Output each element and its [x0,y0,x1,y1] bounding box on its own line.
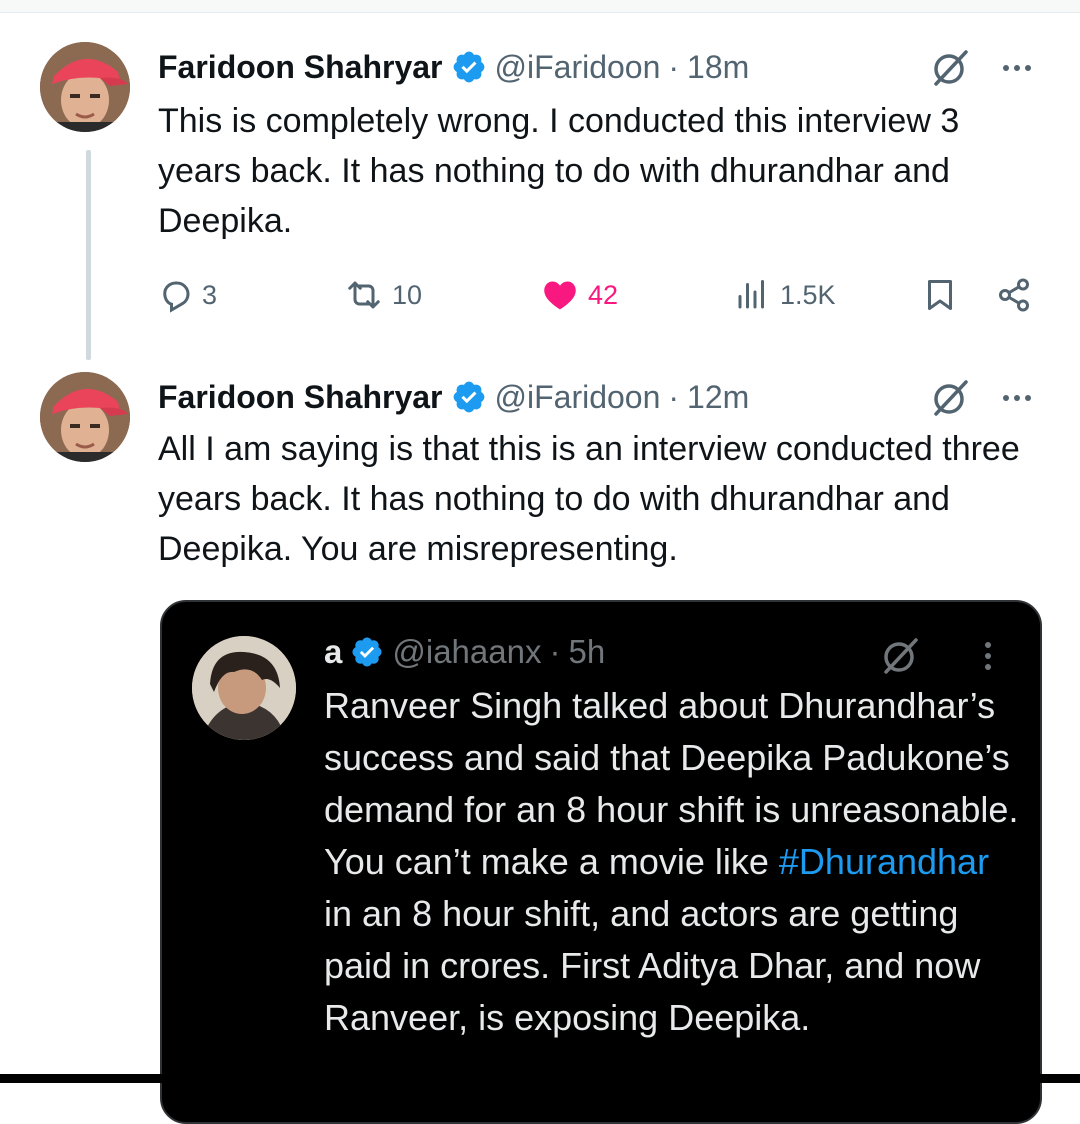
hashtag-link[interactable]: #Dhurandhar [779,841,989,882]
bookmark-button[interactable] [922,270,966,320]
author-handle[interactable]: @iahaanx [392,630,541,674]
grok-icon[interactable] [930,378,970,418]
like-button[interactable]: 42 [540,270,618,320]
grok-icon[interactable] [930,48,970,88]
reply-count: 3 [202,279,218,310]
thread-line [86,150,91,360]
grok-icon[interactable] [880,636,920,676]
share-icon [999,278,1029,312]
repost-icon [348,281,380,309]
verified-badge-icon [451,379,487,415]
timestamp[interactable]: 12m [687,377,749,417]
action-bar: 3 10 42 1.5K [158,270,1048,320]
avatar[interactable] [40,372,130,462]
views-icon [738,280,764,309]
verified-badge-icon [451,49,487,85]
verified-badge-icon [350,635,384,669]
view-count: 1.5K [780,279,836,310]
tweet-header: Faridoon Shahryar @iFaridoon · 18m [158,47,749,87]
tweet-text: All I am saying is that this is an inter… [158,430,1020,568]
reply-icon [163,281,190,313]
top-divider [0,0,1080,13]
quoted-tweet-card[interactable]: a @iahaanx · 5h Ranveer Singh talked abo… [160,600,1042,1124]
author-handle[interactable]: @iFaridoon [495,377,661,417]
tweet-text: This is completely wrong. I conducted th… [158,102,960,240]
tweet-header: Faridoon Shahryar @iFaridoon · 12m [158,377,749,417]
separator: · [668,49,680,85]
separator: · [549,633,561,670]
author-name[interactable]: a [324,630,342,674]
reply-button[interactable]: 3 [158,270,217,320]
author-handle[interactable]: @iFaridoon [495,47,661,87]
quoted-text-part: in an 8 hour shift, and actors are getti… [324,893,981,1038]
more-icon[interactable] [998,48,1038,88]
vertical-more-icon[interactable] [968,636,1008,676]
views-button[interactable]: 1.5K [732,270,836,320]
heart-icon [544,281,576,310]
repost-count: 10 [392,279,423,310]
timestamp[interactable]: 5h [568,630,605,674]
avatar[interactable] [40,42,130,132]
timestamp[interactable]: 18m [687,47,749,87]
avatar[interactable] [192,636,296,740]
author-name[interactable]: Faridoon Shahryar [158,47,443,87]
separator: · [668,379,680,415]
quoted-tweet-text: Ranveer Singh talked about Dhurandhar’s … [324,680,1024,1044]
bottom-bar [0,1074,1080,1083]
quoted-tweet-header: a @iahaanx · 5h [324,630,605,674]
more-icon[interactable] [998,378,1038,418]
bookmark-icon [928,280,952,310]
like-count: 42 [588,279,619,310]
share-button[interactable] [996,270,1040,320]
repost-button[interactable]: 10 [344,270,422,320]
author-name[interactable]: Faridoon Shahryar [158,377,443,417]
